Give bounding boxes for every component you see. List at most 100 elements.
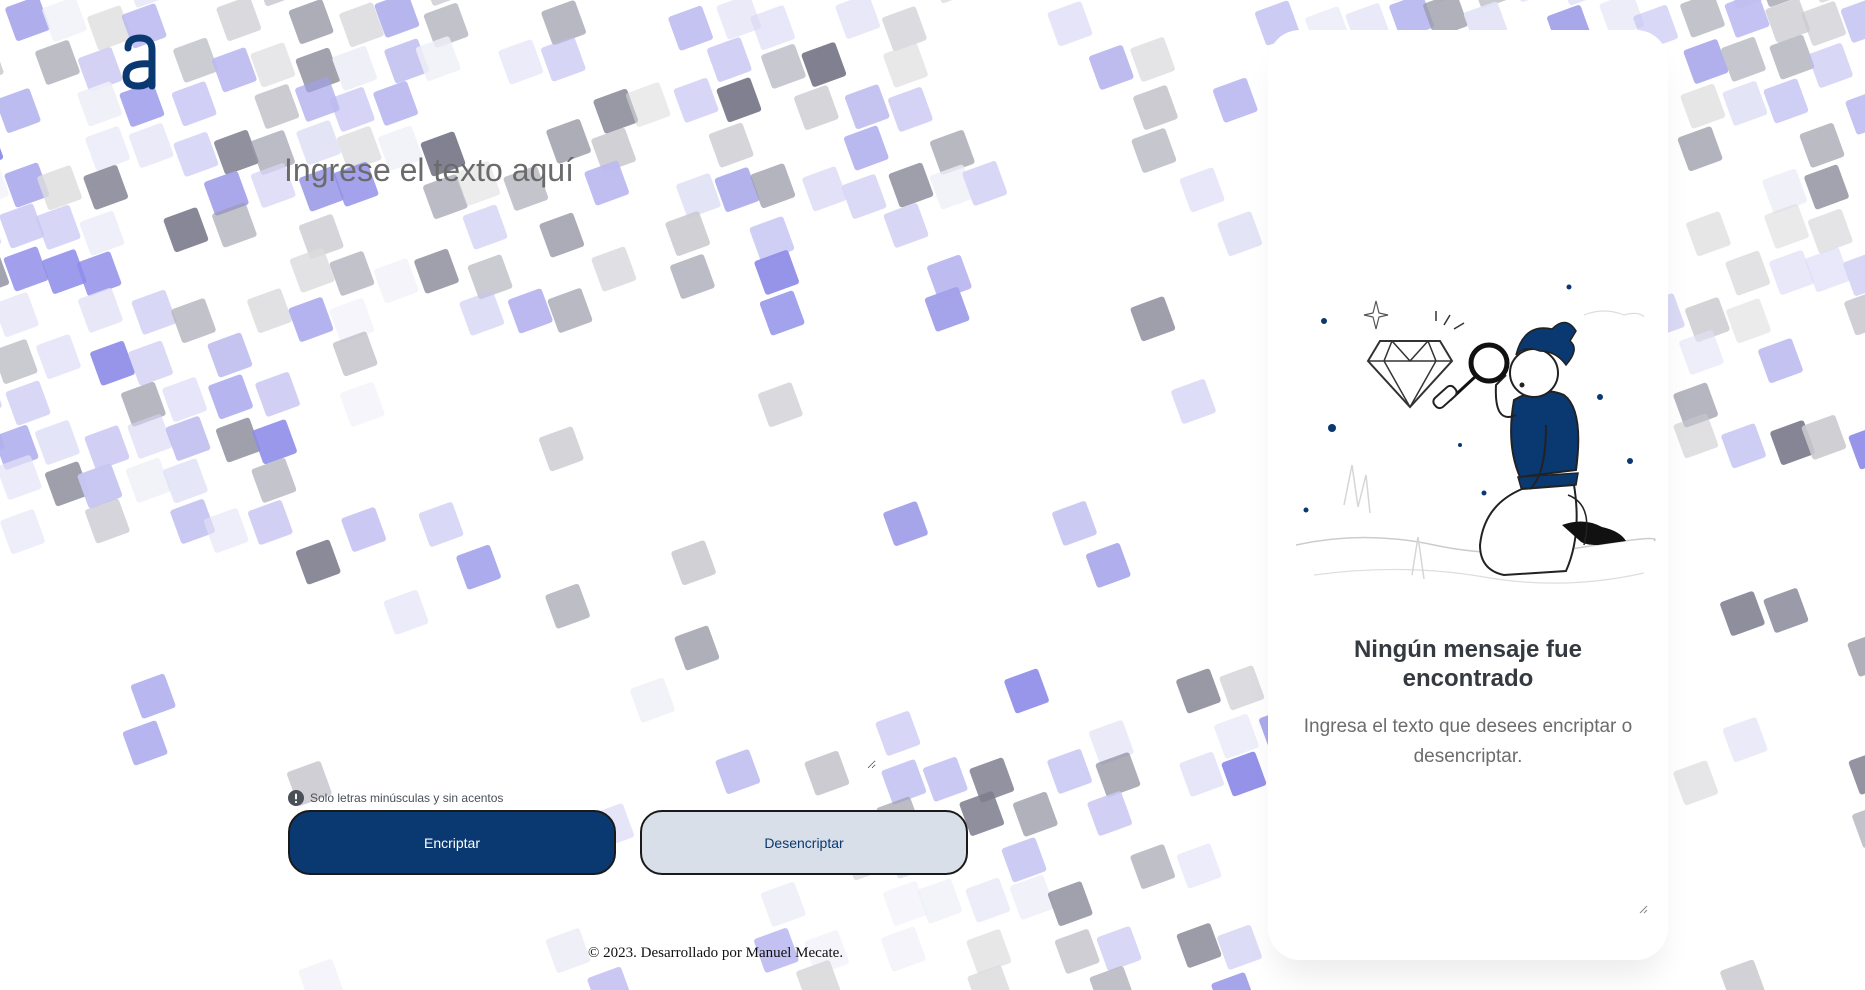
- background-tile: [1087, 791, 1132, 836]
- background-tile: [122, 720, 168, 766]
- background-tile: [1673, 760, 1718, 806]
- background-tile: [0, 502, 1, 548]
- background-tile: [1217, 211, 1263, 256]
- background-tile: [415, 36, 461, 81]
- background-tile: [1211, 972, 1256, 990]
- background-tile: [0, 509, 45, 554]
- background-tile: [1179, 752, 1224, 797]
- background-tile: [208, 374, 253, 420]
- background-tile: [965, 877, 1011, 923]
- background-tile: [1677, 126, 1723, 172]
- background-tile: [128, 340, 173, 386]
- background-tile: [130, 673, 176, 719]
- background-tile: [1176, 668, 1221, 714]
- background-tile: [1219, 665, 1265, 711]
- background-tile: [966, 929, 1012, 974]
- background-tile: [35, 420, 80, 465]
- background-tile: [924, 287, 970, 332]
- background-tile: [1217, 925, 1262, 970]
- background-tile: [254, 0, 300, 7]
- background-tile: [930, 0, 975, 4]
- background-tile: [298, 959, 344, 990]
- background-tile: [1720, 591, 1765, 636]
- background-tile: [1726, 298, 1771, 344]
- background-tile: [214, 130, 259, 175]
- background-tile: [421, 0, 467, 6]
- background-tile: [881, 926, 926, 972]
- message-input[interactable]: [282, 150, 876, 769]
- background-tile: [0, 40, 4, 85]
- background-tile: [212, 47, 257, 93]
- background-tile: [1758, 338, 1803, 383]
- background-tile: [835, 0, 880, 39]
- background-tile: [1844, 290, 1865, 336]
- no-message-subtitle: Ingresa el texto que desees encriptar o …: [1303, 716, 1633, 767]
- background-tile: [1673, 413, 1719, 459]
- background-tile: [1680, 83, 1726, 129]
- resize-handle-icon[interactable]: [1638, 904, 1648, 914]
- background-tile: [1852, 803, 1865, 848]
- background-tile: [716, 77, 762, 123]
- background-tile: [163, 207, 209, 253]
- background-tile: [1213, 77, 1258, 123]
- background-tile: [5, 380, 51, 426]
- decrypt-button[interactable]: Desencriptar: [640, 810, 968, 875]
- background-tile: [1089, 45, 1134, 90]
- background-tile: [1509, 0, 1555, 2]
- background-tile: [1724, 0, 1770, 38]
- background-tile: [171, 298, 216, 343]
- background-tile: [163, 458, 208, 504]
- background-tile: [254, 84, 300, 129]
- background-tile: [373, 81, 418, 126]
- background-tile: [750, 5, 795, 50]
- background-tile: [173, 132, 219, 177]
- background-tile: [541, 36, 586, 82]
- background-tile: [673, 78, 719, 123]
- background-tile: [1686, 211, 1731, 257]
- background-tile: [216, 417, 261, 463]
- background-tile: [1176, 923, 1222, 968]
- background-tile: [1054, 929, 1100, 974]
- footer-credits: © 2023. Desarrollado por Manuel Mecate.: [588, 945, 844, 961]
- background-tile: [1769, 250, 1814, 295]
- background-tile: [883, 42, 928, 88]
- background-tile: [1179, 167, 1225, 213]
- background-tile: [126, 458, 171, 503]
- background-tile: [1130, 296, 1176, 342]
- background-tile: [128, 123, 174, 168]
- background-tile: [1047, 749, 1092, 794]
- background-tile: [888, 162, 934, 208]
- background-tile: [1004, 668, 1049, 714]
- background-tile: [0, 374, 2, 419]
- background-tile: [760, 882, 806, 927]
- background-tile: [1052, 501, 1097, 546]
- alura-logo-icon: [122, 34, 156, 90]
- background-tile: [173, 37, 218, 83]
- background-tile: [794, 85, 839, 130]
- background-tile: [203, 508, 249, 553]
- background-tile: [1171, 379, 1216, 424]
- hint-text: Solo letras minúsculas y sin acentos: [310, 791, 504, 805]
- person-magnifying-glass-illustration: [1295, 284, 1656, 584]
- background-tile: [83, 165, 128, 210]
- encrypt-button[interactable]: Encriptar: [288, 810, 616, 875]
- background-tile: [1720, 959, 1765, 990]
- background-tile: [1679, 330, 1724, 375]
- background-tile: [845, 84, 890, 130]
- background-tile: [881, 759, 927, 805]
- background-tile: [76, 251, 122, 297]
- background-tile: [162, 377, 207, 422]
- background-tile: [917, 878, 962, 924]
- background-tile: [1801, 1, 1846, 46]
- background-tile: [42, 0, 87, 42]
- background-tile: [165, 416, 211, 461]
- background-tile: [79, 210, 125, 256]
- background-tile: [1086, 543, 1131, 588]
- no-message-title: Ningún mensaje fue encontrado: [1353, 636, 1583, 692]
- background-tile: [171, 81, 217, 127]
- background-tile: [1847, 631, 1865, 677]
- background-tile: [0, 88, 41, 133]
- background-tile: [1130, 844, 1175, 889]
- background-tile: [1848, 749, 1865, 795]
- background-tile: [545, 928, 591, 973]
